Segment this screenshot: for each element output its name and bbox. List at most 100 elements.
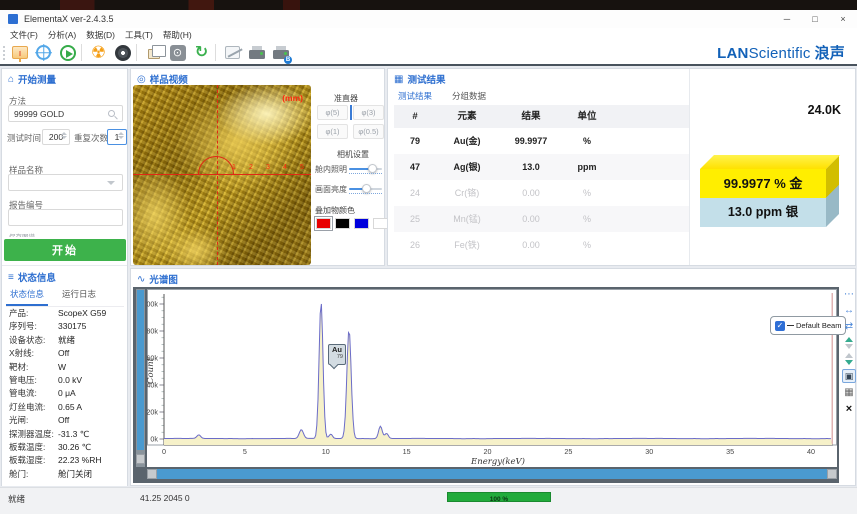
spectrum-panel-title: 光谱图 [149,272,178,286]
radiation-icon[interactable]: ☢ [88,43,109,62]
chevron-down-icon [107,181,115,185]
chart-legend[interactable]: ✓ Default Beam [770,316,846,335]
status-row: 光闸:Off [2,414,127,427]
progress-label: 100 % [490,496,508,503]
legend-checkbox[interactable]: ✓ [775,321,785,331]
expand-vertical-icon[interactable] [845,337,853,349]
overlay-color-black[interactable] [335,218,350,229]
spectrum-panel-header: ∿ 光谱图 [131,271,855,287]
results-row[interactable]: 47Ag(银)13.0ppm [394,154,689,180]
start-button[interactable]: 开始 [4,239,126,261]
tab-run-log[interactable]: 运行日志 [58,285,100,306]
start-measure-icon[interactable] [57,43,78,62]
results-row[interactable]: 26Fe(铁)0.00% [394,232,689,258]
search-icon[interactable] [108,110,115,117]
menu-file[interactable]: 文件(F) [10,29,38,41]
results-header-row: # 元素 结果 单位 [394,105,689,128]
menubar: 文件(F) 分析(A) 数据(D) 工具(T) 帮助(H) [0,28,857,41]
scrollbar-handle[interactable] [147,469,157,479]
slider-knob[interactable] [362,184,371,193]
refresh-icon[interactable]: ↻ [191,43,212,62]
spectrum-panel: ∿ 光谱图 0k20k40k60k80k100k0510152025303540… [130,268,856,486]
collimator-button-05[interactable]: φ(0.5) [353,124,384,139]
spectrum-plot[interactable]: 0k20k40k60k80k100k0510152025303540CountE… [147,289,837,467]
svg-text:20: 20 [483,447,491,456]
svg-text:10: 10 [322,447,330,456]
slider-knob[interactable] [368,164,377,173]
start-panel-header: ⌂ 开始测量 [2,71,127,87]
copy-documents-icon[interactable] [143,43,164,62]
method-input[interactable] [8,105,123,122]
collimator-button-3[interactable]: φ(3) [353,105,384,120]
ready-status: 就绪 [8,493,25,505]
test-time-stepper[interactable]: 200 [42,129,70,145]
vertical-scrollbar[interactable] [136,289,145,467]
svg-text:30: 30 [645,447,653,456]
minimize-button[interactable]: ─ [773,10,801,28]
results-table: # 元素 结果 单位 79Au(金)99.9977% 47Ag(银)13.0pp… [394,105,689,258]
expand-horizontal-icon[interactable]: ↔ [844,305,854,317]
focus-target-icon[interactable] [33,43,54,62]
overlay-color-red[interactable] [316,218,331,229]
print-bluetooth-icon[interactable]: B [270,43,291,62]
chart-options-icon[interactable]: ⋯ [844,289,854,301]
mm-unit-label: (mm) [282,93,303,103]
sample-name-select[interactable] [8,174,123,191]
camera-shutter-icon[interactable] [112,43,133,62]
scrollbar-handle[interactable] [827,469,837,479]
sample-video-feed[interactable]: (mm) 1 2 3 4 5 [133,85,311,265]
au-peak-marker[interactable]: Au 79 [328,344,346,365]
collimator-button-5[interactable]: φ(5) [317,105,348,120]
crosshair-horizontal-line [133,174,311,175]
settings-icon[interactable]: ⊙ [167,43,188,62]
results-row[interactable]: 24Cr(铬)0.00% [394,180,689,206]
results-row[interactable]: 25Mn(锰)0.00% [394,206,689,232]
close-button[interactable]: × [829,10,857,28]
results-panel-header: ▦ 测试结果 [388,71,855,87]
menu-tools[interactable]: 工具(T) [125,29,153,41]
reset-zoom-icon[interactable]: × [846,403,852,415]
overlay-color-white[interactable] [373,218,388,229]
clipped-option-label: 保存图谱 [9,231,35,237]
status-row: 板载温度:30.26 ℃ [2,441,127,454]
results-row[interactable]: 79Au(金)99.9977% [394,128,689,154]
gold-result-band: 99.9977 % 金 [700,169,826,198]
svg-text:100k: 100k [147,300,158,309]
chamber-light-slider[interactable] [349,168,382,170]
edit-disabled-icon[interactable] [222,43,243,62]
report-chart-icon[interactable] [9,43,30,62]
print-icon[interactable] [246,43,267,62]
horizontal-scrollbar[interactable] [147,469,837,479]
toolbar-grip[interactable] [2,45,6,61]
collapse-vertical-icon[interactable] [845,353,853,365]
menu-analysis[interactable]: 分析(A) [48,29,76,41]
svg-text:Count: Count [147,357,156,384]
ruler-mark: 2 [249,164,253,171]
status-row: 管电流:0 μA [2,387,127,400]
screen-brightness-label: 画面亮度 [315,184,347,195]
svg-text:0: 0 [162,447,166,456]
menu-help[interactable]: 帮助(H) [163,29,192,41]
home-icon: ⌂ [8,74,14,85]
scrollbar-handle[interactable] [136,454,145,464]
report-number-input[interactable] [8,209,123,226]
grid-toggle-icon[interactable]: ▦ [844,387,853,399]
repeat-count-label: 重复次数 [74,132,108,144]
maximize-button[interactable]: □ [801,10,829,28]
menu-data[interactable]: 数据(D) [86,29,115,41]
repeat-count-stepper[interactable]: 1 [107,129,127,145]
collimator-button-1[interactable]: φ(1) [317,124,348,139]
overlay-color-blue[interactable] [354,218,369,229]
status-row: 舱门:舱门关闭 [2,468,127,481]
zoom-box-icon[interactable]: ▣ [842,369,856,383]
collapse-horizontal-icon[interactable]: ⇄ [845,321,853,333]
slider-ticks [349,173,382,174]
status-kv-list: 产品:ScopeX G59 序列号:330175 设备状态:就绪 X射线:Off… [2,307,127,481]
tab-status-info[interactable]: 状态信息 [6,285,48,306]
crosshair-circle [198,156,234,174]
screen-brightness-slider[interactable] [349,188,382,190]
toolbar-separator [81,44,82,61]
svg-text:0k: 0k [150,435,158,444]
overlay-color-label: 叠加物颜色 [315,205,355,216]
collimator-label: 准直器 [334,93,358,104]
